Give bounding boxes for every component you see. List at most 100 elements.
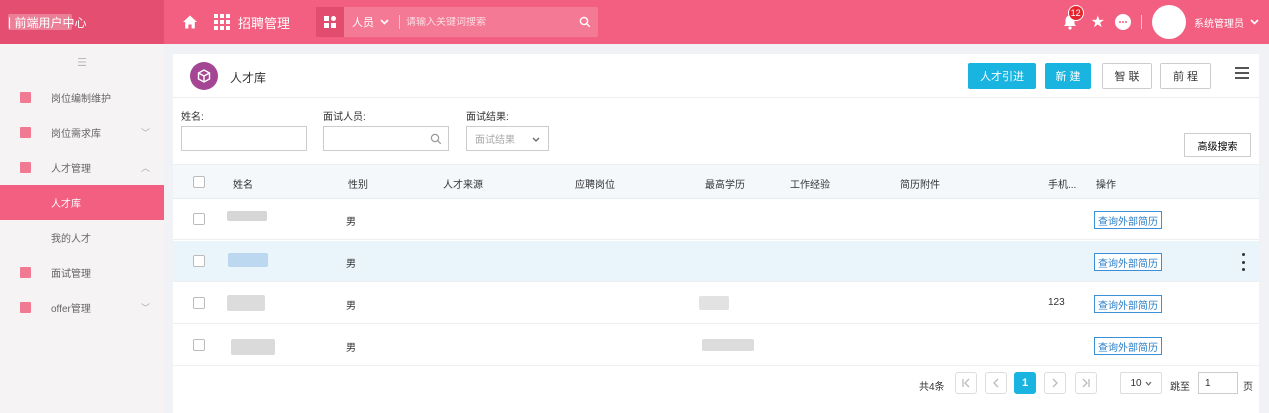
page-title: 人才库 (230, 71, 267, 85)
sidebar-item-label: 面试管理 (51, 269, 91, 280)
phone-cell: 123 (1048, 297, 1065, 308)
row-checkbox[interactable] (193, 297, 205, 309)
filter-bar: 姓名: 面试人员: 面试结果: 面试结果 高级搜索 (173, 98, 1259, 164)
jump-page-input[interactable]: 1 (1198, 372, 1238, 394)
username[interactable]: 系统管理员 (1194, 15, 1244, 30)
doc-icon (20, 92, 31, 103)
page-button-current[interactable]: 1 (1014, 372, 1036, 394)
sidebar-item-interview-management[interactable]: 面试管理 (0, 255, 164, 290)
query-resume-button[interactable]: 查询外部简历 (1094, 337, 1162, 355)
interviewer-filter-label: 面试人员: (323, 112, 366, 123)
sidebar-item-label: 岗位编制维护 (51, 94, 111, 105)
more-icon[interactable] (1115, 14, 1131, 30)
jump-label: 跳至 (1170, 382, 1190, 393)
gender-cell: 男 (346, 343, 356, 354)
column-header[interactable]: 简历附件 (900, 176, 940, 191)
sidebar-item-label: offer管理 (51, 304, 91, 315)
chevron-down-icon: ﹀ (140, 303, 150, 313)
prev-page-button[interactable] (985, 372, 1007, 394)
avatar[interactable] (1152, 5, 1186, 39)
gender-cell: 男 (346, 217, 356, 228)
collapse-menu-icon[interactable]: ☰ (0, 44, 164, 80)
advanced-search-button[interactable]: 高级搜索 (1184, 133, 1251, 157)
app-grid-icon[interactable] (214, 14, 230, 30)
new-button[interactable]: 新 建 (1045, 63, 1091, 89)
page-size-select[interactable]: 10 (1120, 372, 1162, 394)
search-icon[interactable] (572, 16, 598, 28)
column-header[interactable]: 最高学历 (705, 176, 745, 191)
sidebar-item-talent-management[interactable]: 人才管理 ︿ (0, 150, 164, 185)
table-row[interactable]: 男 查询外部简历 (173, 325, 1259, 366)
table-header: 姓名 性别 人才来源 应聘岗位 最高学历 工作经验 简历附件 手机... 操作 (173, 164, 1259, 199)
gender-cell: 男 (346, 301, 356, 312)
chevron-left-icon (993, 378, 999, 388)
global-search: 人员 (316, 7, 599, 37)
column-header[interactable]: 应聘岗位 (575, 176, 615, 191)
name-filter-label: 姓名: (181, 112, 204, 123)
query-resume-button[interactable]: 查询外部简历 (1094, 295, 1162, 313)
sidebar-item-position-maintenance[interactable]: 岗位编制维护 (0, 80, 164, 115)
interviewer-filter-input[interactable] (323, 126, 449, 151)
row-checkbox[interactable] (193, 255, 205, 267)
sidebar-item-offer-management[interactable]: offer管理 ﹀ (0, 290, 164, 325)
row-checkbox[interactable] (193, 213, 205, 225)
app-title[interactable]: 招聘管理 (238, 13, 290, 32)
search-icon (430, 133, 442, 145)
sidebar-item-position-demand[interactable]: 岗位需求库 ﹀ (0, 115, 164, 150)
sidebar-item-talent-pool[interactable]: 人才库 (0, 185, 164, 220)
talent-import-button[interactable]: 人才引进 (968, 63, 1036, 89)
chevron-down-icon[interactable] (1250, 19, 1259, 25)
last-page-icon (1082, 378, 1090, 388)
next-page-button[interactable] (1044, 372, 1066, 394)
apps-icon[interactable] (316, 7, 345, 37)
first-page-icon (962, 378, 970, 388)
qiancheng-button[interactable]: 前 程 (1160, 63, 1211, 89)
more-vertical-icon[interactable] (1241, 253, 1245, 271)
search-divider (399, 15, 401, 29)
name-filter-input[interactable] (181, 126, 307, 151)
star-icon[interactable]: ★ (1091, 12, 1105, 32)
sidebar: ☰ 岗位编制维护 岗位需求库 ﹀ 人才管理 ︿ 人才库 我的人才 面试管理 of… (0, 44, 164, 413)
blurred-name (227, 295, 265, 311)
row-checkbox[interactable] (193, 339, 205, 351)
blurred-name (227, 211, 267, 221)
select-all-checkbox[interactable] (193, 176, 205, 188)
doc-icon (20, 302, 31, 313)
top-right-tools: 12 ★ 系统管理员 (1061, 0, 1259, 44)
query-resume-button[interactable]: 查询外部简历 (1094, 253, 1162, 271)
table-row[interactable]: 男 查询外部简历 (173, 199, 1259, 240)
column-header[interactable]: 手机... (1048, 176, 1076, 191)
cube-icon (190, 62, 218, 90)
chevron-right-icon (1052, 378, 1058, 388)
home-icon[interactable] (182, 14, 198, 30)
table-row[interactable]: 男 查询外部简历 (173, 241, 1259, 282)
main-panel: 人才库 人才引进 新 建 智 联 前 程 姓名: 面试人员: 面试结果: 面试结… (173, 54, 1259, 413)
notification-badge: 12 (1067, 5, 1084, 21)
zhilian-button[interactable]: 智 联 (1102, 63, 1152, 89)
column-header[interactable]: 工作经验 (790, 176, 830, 191)
divider (1141, 15, 1142, 29)
blurred-education (699, 296, 729, 310)
gender-cell: 男 (346, 259, 356, 270)
query-resume-button[interactable]: 查询外部简历 (1094, 211, 1162, 229)
table-row[interactable]: 男 123 查询外部简历 (173, 283, 1259, 324)
brand-area[interactable]: | 前端用户中心 (0, 0, 164, 44)
list-menu-icon[interactable] (1235, 67, 1249, 79)
search-scope-select[interactable]: 人员 (352, 14, 389, 30)
doc-icon (20, 162, 31, 173)
sidebar-item-label: 人才管理 (51, 164, 91, 175)
blurred-logo (8, 14, 72, 30)
column-header[interactable]: 姓名 (233, 176, 253, 191)
first-page-button[interactable] (955, 372, 977, 394)
column-header[interactable]: 人才来源 (443, 176, 483, 191)
search-input[interactable] (406, 16, 573, 28)
result-filter-label: 面试结果: (466, 112, 509, 123)
sidebar-item-label: 岗位需求库 (51, 129, 101, 140)
sidebar-item-my-talents[interactable]: 我的人才 (0, 220, 164, 255)
doc-icon (20, 127, 31, 138)
column-header[interactable]: 性别 (348, 176, 368, 191)
result-filter-select[interactable]: 面试结果 (466, 126, 549, 151)
last-page-button[interactable] (1075, 372, 1097, 394)
bell-icon[interactable]: 12 (1061, 5, 1084, 31)
column-header: 操作 (1096, 180, 1116, 191)
